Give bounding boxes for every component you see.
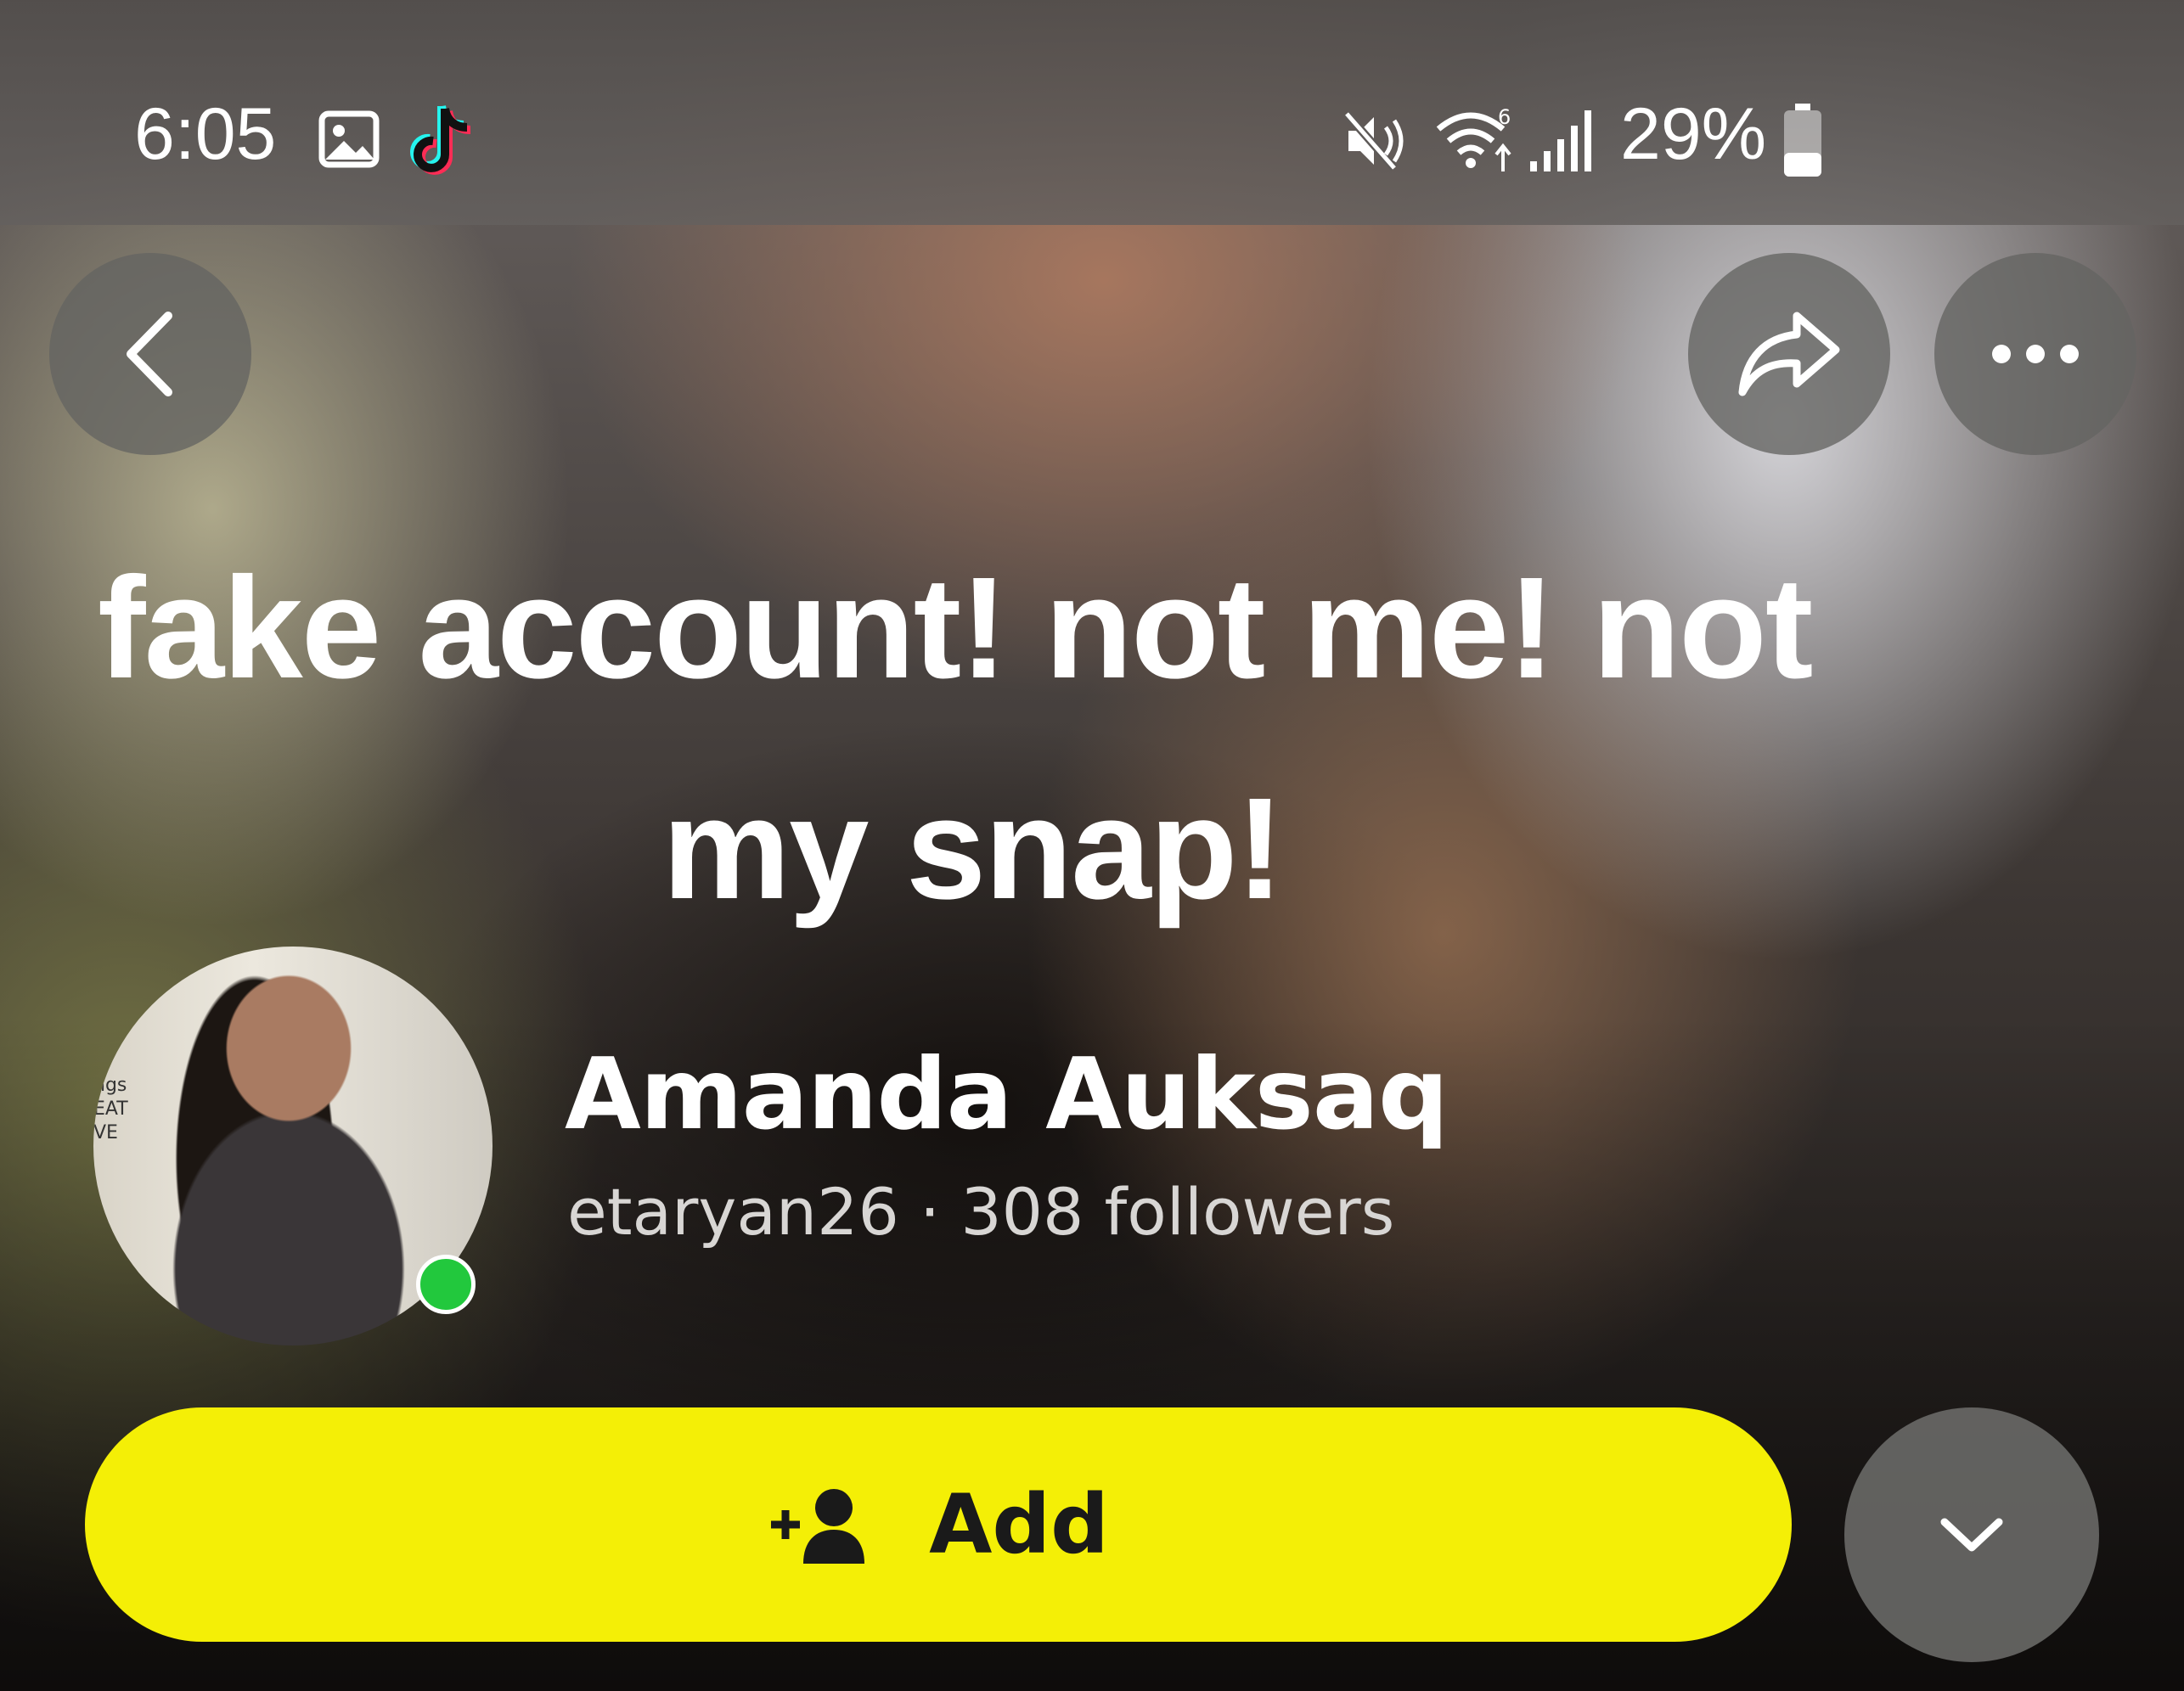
bio-line: fake account! not me! not	[98, 548, 1813, 709]
status-bar: 6:05 6 29%	[0, 0, 2184, 225]
tiktok-icon	[410, 104, 471, 175]
add-friend-icon	[771, 1489, 865, 1564]
wifi-icon: 6	[1436, 105, 1511, 171]
profile-name: Amanda Auksaq	[565, 1037, 1449, 1152]
share-button[interactable]	[1688, 253, 1890, 455]
svg-text:6: 6	[1498, 105, 1511, 129]
add-friend-button[interactable]: Add	[85, 1407, 1792, 1642]
gallery-icon	[318, 110, 380, 168]
add-button-label: Add	[929, 1477, 1109, 1572]
signal-icon	[1530, 110, 1591, 171]
meta-separator: ·	[919, 1174, 941, 1250]
mute-icon	[1343, 110, 1404, 171]
username: etaryan26	[567, 1174, 899, 1250]
expand-button[interactable]	[1844, 1407, 2099, 1662]
more-options-button[interactable]	[1934, 253, 2136, 455]
chevron-down-icon	[1940, 1518, 2003, 1552]
follower-count: 308 followers	[960, 1174, 1395, 1250]
avatar-background-sign: ngs EAT VE	[93, 1075, 128, 1143]
battery-icon	[1784, 104, 1821, 177]
more-dots-icon	[1992, 345, 2079, 363]
status-time: 6:05	[134, 93, 277, 175]
share-arrow-icon	[1738, 312, 1840, 396]
profile-bio: fake account! not me! not my snap!	[51, 518, 2089, 959]
chevron-left-icon	[127, 312, 172, 396]
back-button[interactable]	[49, 253, 251, 455]
profile-meta: etaryan26 · 308 followers	[567, 1170, 1394, 1255]
bio-line: my snap!	[661, 768, 1284, 930]
battery-percent: 29%	[1620, 93, 1767, 175]
online-status-indicator	[416, 1255, 476, 1314]
